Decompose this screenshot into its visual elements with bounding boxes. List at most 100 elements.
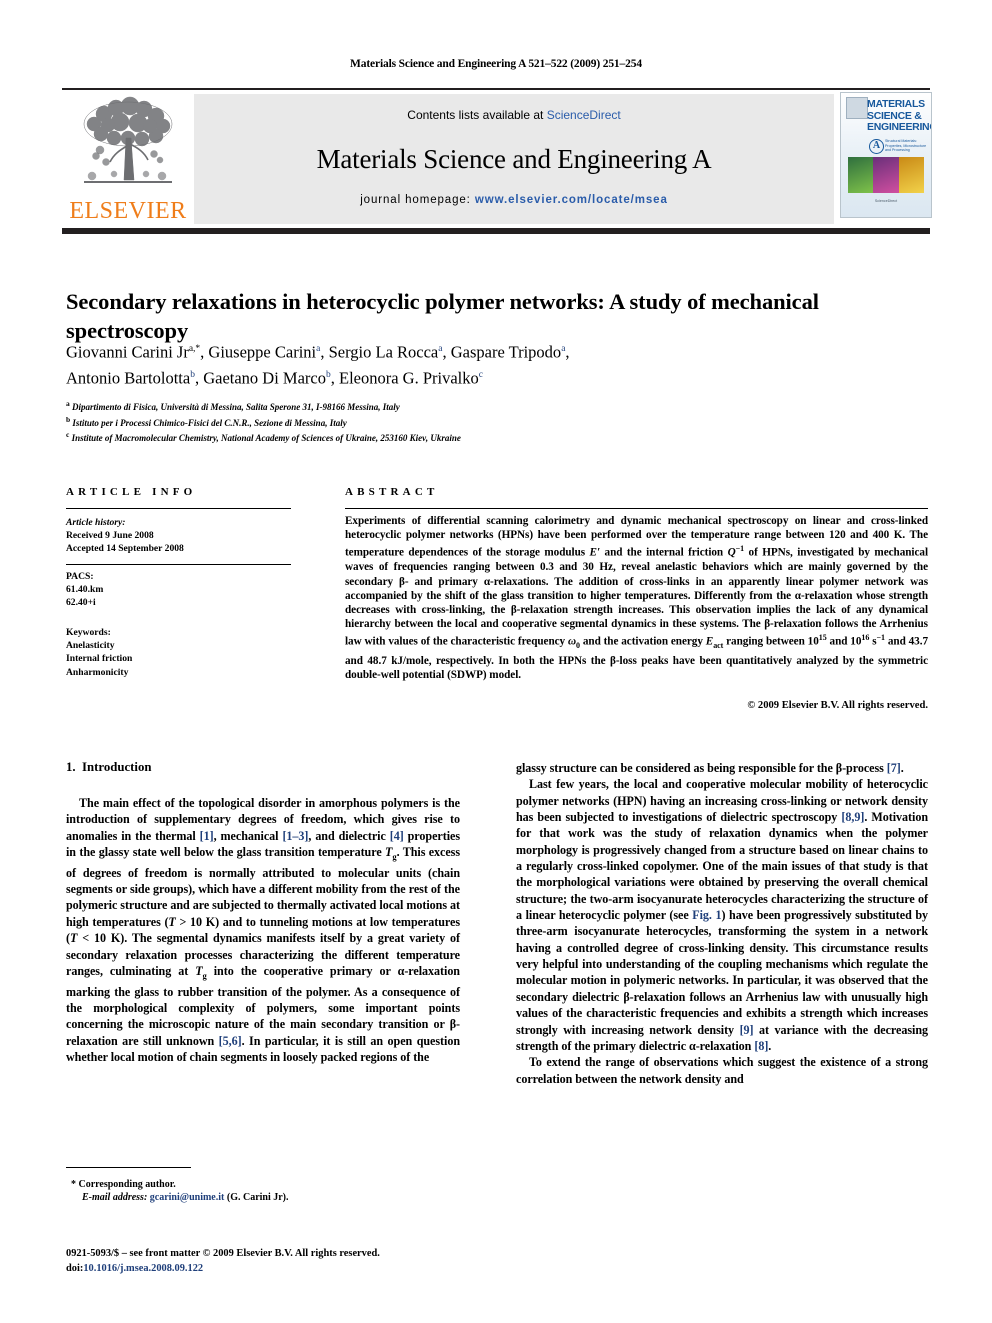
keyword-2: Internal friction	[66, 653, 133, 665]
section-heading-introduction: 1. Introduction	[66, 760, 151, 775]
abstract-exp-15: 15	[818, 633, 827, 643]
article-info-heading: ARTICLE INFO	[66, 486, 197, 498]
cover-title-line3: ENGINEERING	[867, 121, 932, 133]
affiliation-list: a Dipartimento di Fisica, Università di …	[66, 398, 886, 445]
abstract-part-3: of HPNs, investigated by mechanical wave…	[345, 547, 928, 649]
intro-paragraph-right-1: glassy structure can be considered as be…	[516, 760, 928, 776]
author-4-marks: a	[561, 344, 566, 354]
affiliation-a-mark: a	[66, 399, 70, 408]
abstract-symbol-E-sub: act	[713, 641, 724, 651]
footnote-block: * Corresponding author. E-mail address: …	[66, 1178, 466, 1205]
affiliation-a: a Dipartimento di Fisica, Università di …	[66, 398, 886, 414]
affiliation-c-text: Institute of Macromolecular Chemistry, N…	[71, 433, 461, 444]
affiliation-b-text: Istituto per i Processi Chimico-Fisici d…	[72, 417, 347, 428]
abstract-part-5: ranging between 10	[723, 636, 819, 649]
article-info-rule-top	[66, 508, 291, 509]
author-list: Giovanni Carini Jra,*, Giuseppe Carinia,…	[66, 342, 570, 388]
citation-8[interactable]: [8]	[754, 1039, 768, 1053]
journal-homepage-line: journal homepage: www.elsevier.com/locat…	[194, 194, 834, 206]
article-history-block: Article history: Received 9 June 2008 Ac…	[66, 516, 306, 556]
cover-micrograph-2	[873, 157, 899, 193]
pacs-code-1: 61.40.km	[66, 584, 104, 596]
abstract-part-6: and 10	[826, 636, 862, 649]
keyword-3: Anharmonicity	[66, 666, 129, 678]
abstract-part-4: and the activation energy	[579, 636, 706, 649]
email-owner: (G. Carini Jr).	[226, 1192, 289, 1204]
cover-title-line1: MATERIALS	[867, 98, 925, 110]
author-7-marks: c	[478, 369, 483, 380]
intro-paragraph-right-2: Last few years, the local and cooperativ…	[516, 776, 928, 1054]
keyword-1: Anelasticity	[66, 640, 115, 652]
abstract-exp-minus1: −1	[876, 633, 886, 643]
author-3: Sergio La Rocca	[328, 342, 439, 362]
journal-masthead: ELSEVIER Contents lists available at Sci…	[62, 88, 932, 234]
cover-series-letter: A	[869, 139, 884, 154]
symbol-Tg-2: T	[195, 963, 203, 978]
corresponding-author-text: Corresponding author.	[78, 1179, 176, 1190]
affiliation-c-mark: c	[66, 430, 70, 440]
author-1-marks: a,*	[188, 344, 201, 354]
intro-l-part2: , mechanical	[213, 828, 283, 843]
affiliation-c: c Institute of Macromolecular Chemistry,…	[66, 429, 886, 445]
author-5-marks: b	[190, 369, 195, 380]
citation-8-9[interactable]: [8,9]	[841, 810, 864, 824]
intro-r-part5: ) have been progressively substituted by…	[516, 908, 929, 1037]
author-7: Eleonora G. Privalko	[339, 368, 479, 387]
journal-band: Contents lists available at ScienceDirec…	[194, 94, 834, 224]
citation-9[interactable]: [9]	[740, 1023, 754, 1037]
elsevier-wordmark: ELSEVIER	[69, 198, 187, 224]
contents-available-line: Contents lists available at ScienceDirec…	[194, 108, 834, 122]
homepage-link[interactable]: www.elsevier.com/locate/msea	[475, 194, 668, 206]
intro-r-part7: .	[768, 1038, 772, 1053]
footnote-rule	[66, 1167, 191, 1168]
masthead-bottom-rule	[62, 228, 930, 234]
affiliation-b: b Istituto per i Processi Chimico-Fisici…	[66, 414, 886, 430]
author-6-marks: b	[326, 369, 331, 380]
abstract-symbol-omega: ω	[567, 636, 577, 649]
article-first-page: Materials Science and Engineering A 521–…	[0, 0, 992, 1323]
abstract-symbol-Q-exponent: −1	[735, 544, 745, 554]
citation-5-6[interactable]: [5,6]	[219, 1034, 242, 1048]
issn-block: 0921-5093/$ – see front matter © 2009 El…	[66, 1247, 486, 1276]
email-link[interactable]: gcarini@unime.it	[150, 1192, 225, 1203]
journal-cover-thumbnail[interactable]: MATERIALS SCIENCE & ENGINEERING A Struct…	[840, 92, 932, 218]
intro-paragraph-left: The main effect of the topological disor…	[66, 795, 460, 1065]
abstract-text: Experiments of differential scanning cal…	[345, 514, 928, 682]
intro-l-part3: , and dielectric	[308, 828, 390, 843]
intro-r-part2: .	[900, 761, 904, 775]
pacs-code-2: 62.40+i	[66, 597, 96, 609]
intro-r-part1: glassy structure can be considered as be…	[516, 761, 887, 775]
sciencedirect-link[interactable]: ScienceDirect	[547, 108, 621, 122]
article-history-label: Article history:	[66, 517, 126, 528]
cover-image-strip	[848, 157, 924, 193]
author-4: Gaspare Tripodo	[450, 342, 562, 362]
abstract-symbol-Q: Q	[727, 547, 736, 560]
corresponding-author-note: * Corresponding author.	[66, 1178, 466, 1191]
author-5: Antonio Bartolotta	[66, 368, 191, 387]
cover-subtitle: Structural Materials: Properties, Micros…	[885, 139, 927, 153]
abstract-copyright: © 2009 Elsevier B.V. All rights reserved…	[747, 700, 928, 711]
author-1: Giovanni Carini Jr	[66, 342, 189, 362]
cover-micrograph-3	[898, 157, 924, 193]
contents-prefix: Contents lists available at	[407, 108, 547, 122]
section-number: 1.	[66, 760, 76, 774]
abstract-part-2: and the internal friction	[600, 547, 728, 560]
elsevier-tree-icon	[83, 96, 173, 183]
doi-link[interactable]: 10.1016/j.msea.2008.09.122	[83, 1263, 203, 1274]
citation-4[interactable]: [4]	[390, 829, 404, 843]
cover-elsevier-tree-icon	[846, 97, 868, 119]
citation-7[interactable]: [7]	[887, 761, 901, 775]
author-3-marks: a	[438, 344, 443, 354]
citation-1-3[interactable]: [1–3]	[282, 829, 308, 843]
affiliation-a-text: Dipartimento di Fisica, Università di Me…	[72, 402, 400, 412]
author-2: Giuseppe Carini	[208, 342, 317, 362]
citation-1[interactable]: [1]	[200, 829, 214, 843]
keywords-block: Keywords: Anelasticity Internal friction…	[66, 626, 306, 679]
figure-reference-1[interactable]: Fig. 1	[692, 908, 721, 922]
article-info-rule-mid	[66, 564, 291, 565]
intro-paragraph-right-3: To extend the range of observations whic…	[516, 1054, 928, 1087]
intro-r-part8: To extend the range of observations whic…	[516, 1055, 928, 1086]
article-received-date: Received 9 June 2008	[66, 530, 154, 542]
pacs-label: PACS:	[66, 571, 94, 582]
author-6: Gaetano Di Marco	[203, 368, 326, 387]
